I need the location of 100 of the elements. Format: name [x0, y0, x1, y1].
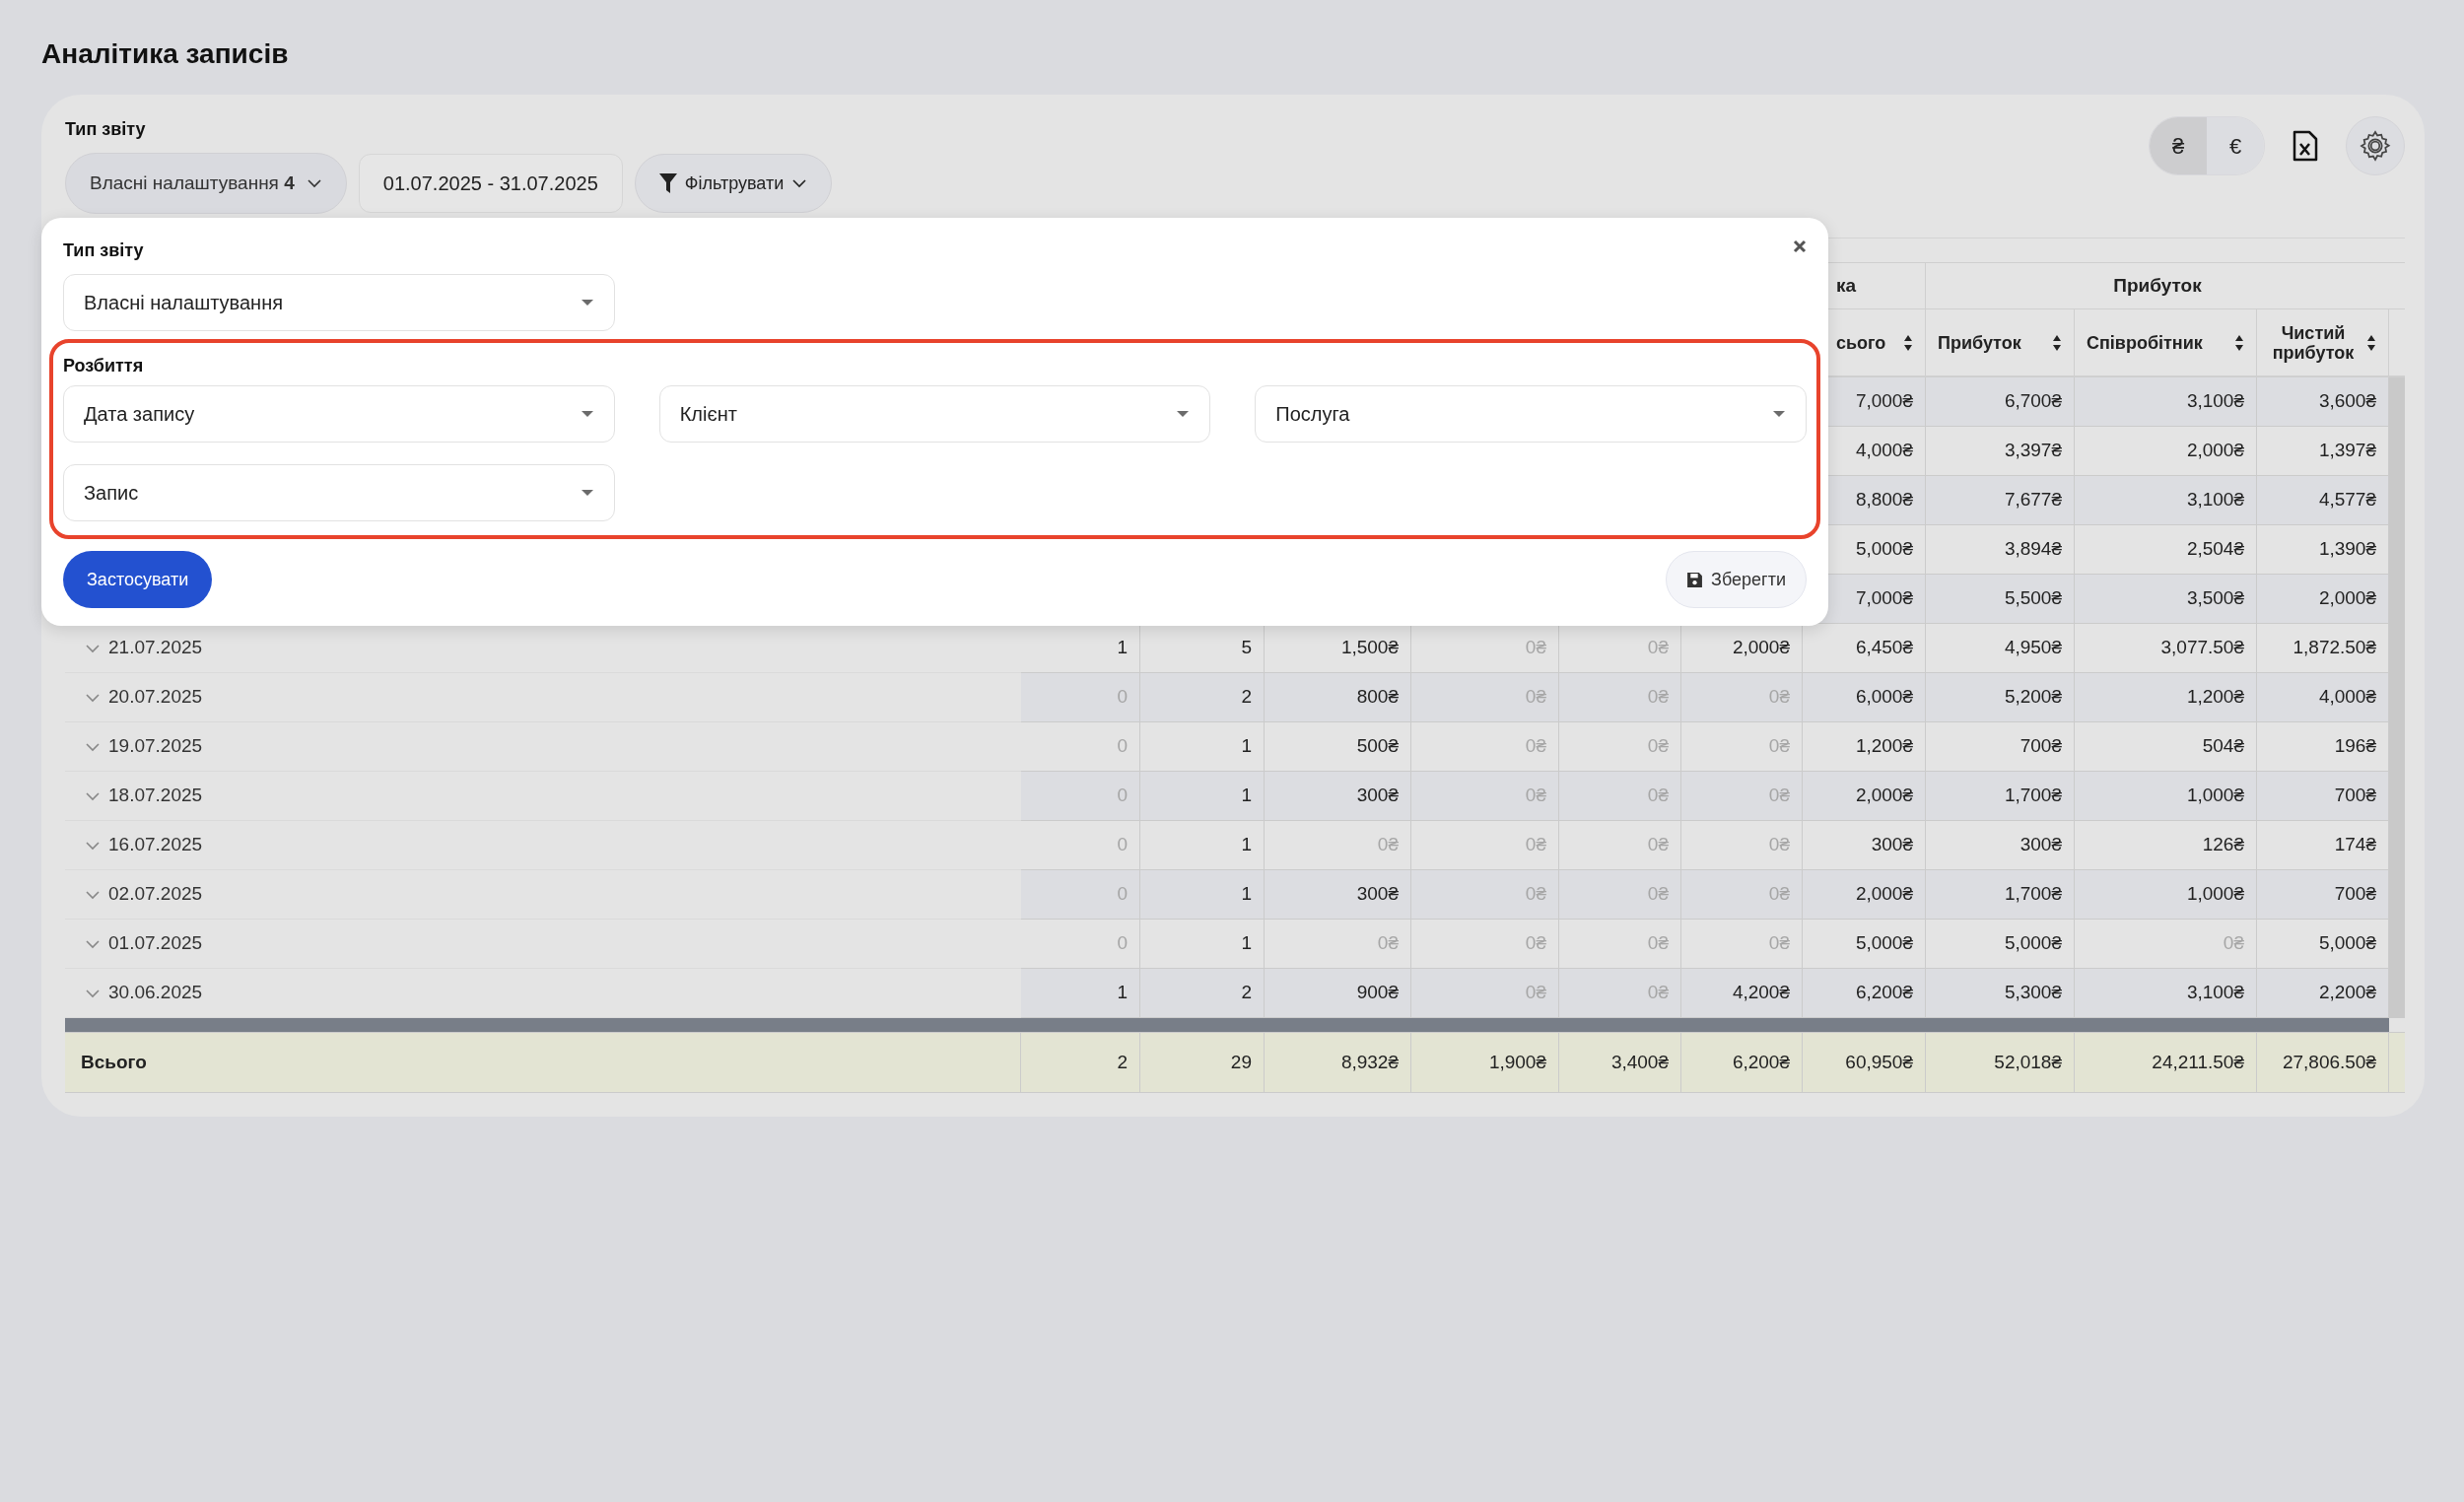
- table-cell: 0₴: [1411, 870, 1559, 920]
- excel-file-icon[interactable]: [2293, 130, 2318, 162]
- table-cell: 0₴: [1411, 821, 1559, 870]
- table-cell: 5,000₴: [1926, 920, 2075, 969]
- table-cell: 0₴: [1559, 969, 1681, 1018]
- column-group-header: ка: [1836, 273, 1857, 298]
- chevron-down-icon: [85, 741, 101, 752]
- report-type-label: Тип звіту: [65, 118, 147, 141]
- chevron-down-icon: [85, 643, 101, 653]
- table-cell: 800₴: [1265, 673, 1411, 722]
- table-cell: 300₴: [1803, 821, 1926, 870]
- row-label: 16.07.2025: [108, 833, 203, 857]
- table-cell: 700₴: [2257, 870, 2389, 920]
- table-cell: 3,100₴: [2075, 377, 2257, 427]
- table-cell: 0₴: [1411, 920, 1559, 969]
- table-cell: 0₴: [1411, 624, 1559, 673]
- table-cell: 2,000₴: [1803, 870, 1926, 920]
- caret-down-icon: [1176, 410, 1191, 418]
- table-cell: 4,000₴: [2257, 673, 2389, 722]
- total-cell: 1,900₴: [1411, 1033, 1559, 1092]
- total-cell: 52,018₴: [1926, 1033, 2075, 1092]
- table-cell: 5,500₴: [1926, 575, 2075, 624]
- table-cell: 0₴: [1265, 920, 1411, 969]
- table-cell: 0₴: [2075, 920, 2257, 969]
- close-button[interactable]: [1793, 239, 1807, 253]
- table-cell: 0₴: [1559, 821, 1681, 870]
- table-cell: 0₴: [1681, 821, 1803, 870]
- table-cell: 0₴: [1411, 969, 1559, 1018]
- table-cell: 1,397₴: [2257, 427, 2389, 476]
- close-icon: [1793, 239, 1807, 253]
- date-range-button[interactable]: 01.07.2025 - 31.07.2025: [358, 154, 623, 213]
- table-cell: 6,200₴: [1803, 969, 1926, 1018]
- total-cell: 24,211.50₴: [2075, 1033, 2257, 1092]
- table-cell: 1,000₴: [2075, 772, 2257, 821]
- table-cell: 0₴: [1681, 722, 1803, 772]
- popup-report-type-label: Тип звіту: [63, 239, 144, 262]
- table-cell: 3,600₴: [2257, 377, 2389, 427]
- table-cell: 700₴: [1926, 722, 2075, 772]
- table-cell: 1,200₴: [2075, 673, 2257, 722]
- table-cell: 4,577₴: [2257, 476, 2389, 525]
- horizontal-scrollbar[interactable]: [65, 1018, 2389, 1032]
- table-cell: 1: [1021, 624, 1140, 673]
- apply-button[interactable]: Застосувати: [63, 551, 213, 608]
- vertical-scrollbar[interactable]: [2389, 377, 2405, 1018]
- table-cell: 174₴: [2257, 821, 2389, 870]
- dropdown-select[interactable]: Послуга: [1255, 385, 1807, 443]
- column-group-header: Прибуток: [2112, 273, 2203, 298]
- row-label: 18.07.2025: [108, 784, 203, 808]
- row-label: 20.07.2025: [108, 685, 203, 710]
- table-cell: 0: [1021, 772, 1140, 821]
- sort-icon[interactable]: [1903, 333, 1913, 352]
- column-header: Співробітник: [2075, 309, 2257, 376]
- table-cell: 3,077.50₴: [2075, 624, 2257, 673]
- table-cell: 5,300₴: [1926, 969, 2075, 1018]
- currency-option[interactable]: ₴: [2150, 117, 2207, 174]
- row-label: 21.07.2025: [108, 636, 203, 660]
- table-cell: 0: [1021, 722, 1140, 772]
- row-label: 30.06.2025: [108, 981, 203, 1005]
- table-cell: 1,872.50₴: [2257, 624, 2389, 673]
- dropdown-select[interactable]: Запис: [63, 464, 615, 521]
- currency-option[interactable]: €: [2207, 117, 2264, 174]
- settings-icon: [2360, 130, 2391, 162]
- table-cell: 6,450₴: [1803, 624, 1926, 673]
- chevron-down-icon: [85, 692, 101, 703]
- table-cell: 126₴: [2075, 821, 2257, 870]
- column-header: Прибуток: [1926, 309, 2075, 376]
- table-cell: 2: [1140, 969, 1265, 1018]
- sort-icon[interactable]: [2052, 333, 2062, 352]
- sort-icon[interactable]: [2366, 333, 2376, 352]
- total-cell: 3,400₴: [1559, 1033, 1681, 1092]
- row-label: 02.07.2025: [108, 882, 203, 907]
- total-cell: 2: [1021, 1033, 1140, 1092]
- table-cell: 5,000₴: [1803, 920, 1926, 969]
- total-cell: 8,932₴: [1265, 1033, 1411, 1092]
- table-cell: 0₴: [1411, 722, 1559, 772]
- total-cell: 60,950₴: [1803, 1033, 1926, 1092]
- table-cell: 300₴: [1265, 870, 1411, 920]
- report-type-button[interactable]: Власні налаштування 4: [65, 153, 347, 214]
- table-cell: 0₴: [1681, 920, 1803, 969]
- chevron-down-icon: [85, 988, 101, 998]
- dropdown-select[interactable]: Дата запису: [63, 385, 615, 443]
- chevron-down-icon: [85, 889, 101, 900]
- caret-down-icon: [580, 489, 594, 497]
- table-cell: 500₴: [1265, 722, 1411, 772]
- dropdown-select[interactable]: Власні налаштування: [63, 274, 615, 331]
- table-cell: 3,500₴: [2075, 575, 2257, 624]
- sort-icon[interactable]: [2234, 333, 2244, 352]
- table-cell: 1: [1140, 722, 1265, 772]
- save-button[interactable]: Зберегти: [1666, 551, 1807, 608]
- filter-button[interactable]: Фільтрувати: [634, 154, 833, 213]
- table-cell: 6,700₴: [1926, 377, 2075, 427]
- table-cell: 0₴: [1559, 673, 1681, 722]
- caret-down-icon: [1772, 410, 1786, 418]
- table-cell: 1,200₴: [1803, 722, 1926, 772]
- table-cell: 0₴: [1559, 624, 1681, 673]
- table-cell: 0₴: [1681, 673, 1803, 722]
- dropdown-select[interactable]: Клієнт: [658, 385, 1211, 443]
- chevron-down-icon: [85, 790, 101, 801]
- table-cell: 0₴: [1411, 772, 1559, 821]
- table-cell: 0₴: [1559, 722, 1681, 772]
